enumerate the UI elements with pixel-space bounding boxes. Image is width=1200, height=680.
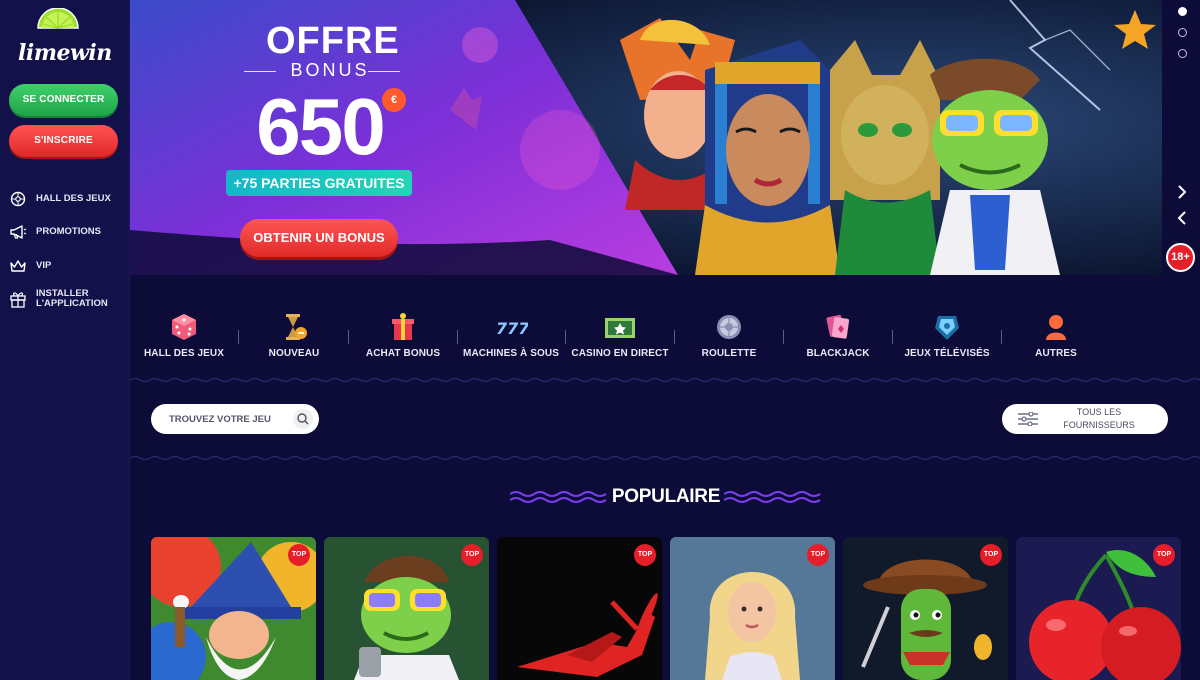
category-slots[interactable]: 777 MACHINES À SOUS [457,312,565,359]
category-lobby[interactable]: HALL DES JEUX [130,312,238,359]
providers-filter-button[interactable]: TOUS LES FOURNISSEURS [1002,404,1168,434]
category-label: CASINO EN DIRECT [571,348,669,359]
promo-banner[interactable]: OFFRE BONUS 650 € +75 PARTIES GRATUITES … [130,0,1162,275]
top-badge: TOP [461,544,483,566]
providers-label: TOUS LES FOURNISSEURS [1063,407,1135,430]
category-label: AUTRES [1035,348,1077,359]
category-label: ACHAT BONUS [365,348,441,359]
category-blackjack[interactable]: BLACKJACK [784,312,892,359]
category-others[interactable]: AUTRES [1002,312,1110,359]
sidebar-item-promotions[interactable]: PROMOTIONS [8,223,126,241]
login-button[interactable]: SE CONNECTER [9,84,118,116]
get-bonus-button[interactable]: OBTENIR UN BONUS [240,219,398,257]
top-badge: TOP [634,544,656,566]
category-label: BLACKJACK [806,348,870,359]
free-spins-badge: +75 PARTIES GRATUITES [226,170,412,196]
sidebar-item-label: PROMOTIONS [36,226,101,237]
person-icon [1046,315,1066,340]
game-tile[interactable]: TOP [1016,537,1181,680]
game-tile[interactable]: TOP [843,537,1008,680]
sidebar-item-label: VIP [36,260,52,271]
divider [130,455,1200,461]
search-icon[interactable] [293,409,313,429]
filter-sliders-icon [1018,412,1038,426]
slide-dot[interactable] [1178,49,1187,58]
sidebar: limewin SE CONNECTER S'INSCRIRE HALL DES… [0,0,130,680]
category-live-casino[interactable]: CASINO EN DIRECT [566,312,674,359]
lime-icon [37,8,79,29]
game-tile[interactable]: TOP [497,537,662,680]
sidebar-item-install-app[interactable]: INSTALLER L'APPLICATION [8,289,126,309]
age-restriction-badge: 18+ [1166,243,1195,272]
top-badge: TOP [980,544,1002,566]
game-tile[interactable]: TOP [151,537,316,680]
top-badge: TOP [807,544,829,566]
banner-pagination [1178,7,1187,70]
svg-text:777: 777 [496,319,528,338]
category-label: HALL DES JEUX [143,348,225,359]
sidebar-item-label: HALL DES JEUX [36,193,111,204]
currency-badge: € [382,88,406,112]
decorative-wave-icon [510,491,607,503]
section-title: POPULAIRE [611,486,721,507]
category-bonus-buy[interactable]: ACHAT BONUS [349,312,457,359]
tv-show-icon [935,316,959,340]
top-badge: TOP [1153,544,1175,566]
cards-icon [826,314,850,339]
game-tile[interactable]: TOP [670,537,835,680]
chevron-left-icon[interactable] [1174,210,1190,226]
megaphone-icon [8,223,28,241]
slide-dot[interactable] [1178,7,1187,16]
offer-subtitle: BONUS [290,60,370,80]
sidebar-item-vip[interactable]: VIP [8,257,126,275]
slide-dot[interactable] [1178,28,1187,37]
sidebar-item-label: INSTALLER L'APPLICATION [36,288,108,309]
live-table-icon [605,318,635,338]
category-label: NOUVEAU [268,348,320,359]
roulette-icon [8,190,28,208]
signup-button[interactable]: S'INSCRIRE [9,125,118,157]
game-search [151,404,319,434]
decorative-wave-icon [724,491,821,503]
chevron-right-icon[interactable] [1174,184,1190,200]
dice-icon [172,314,196,340]
crown-icon [8,257,28,275]
category-label: JEUX TÉLÉVISÉS [904,348,990,359]
category-nav: HALL DES JEUX NOUVEAU ACHAT BONUS 777 MA… [130,312,1200,372]
game-tile[interactable]: TOP [324,537,489,680]
category-label: ROULETTE [701,348,757,359]
gift-icon [392,313,414,340]
category-tv-games[interactable]: JEUX TÉLÉVISÉS [893,312,1001,359]
hourglass-icon [286,314,307,340]
offer-title: OFFRE [266,20,400,62]
top-badge: TOP [288,544,310,566]
category-roulette[interactable]: ROULETTE [675,312,783,359]
gift-icon [8,290,28,308]
category-label: MACHINES À SOUS [463,348,559,359]
bonus-amount: 650 [256,82,385,171]
search-input[interactable] [169,413,281,425]
roulette-icon [717,315,741,339]
sidebar-item-lobby[interactable]: HALL DES JEUX [8,190,126,208]
slot-characters-art [620,0,1156,275]
limewin-logo[interactable]: limewin [14,8,114,68]
logo-text: limewin [18,40,112,66]
category-new[interactable]: NOUVEAU [240,312,348,359]
divider [130,377,1200,383]
divider [238,330,239,344]
slots-777-icon: 777 [496,319,528,338]
